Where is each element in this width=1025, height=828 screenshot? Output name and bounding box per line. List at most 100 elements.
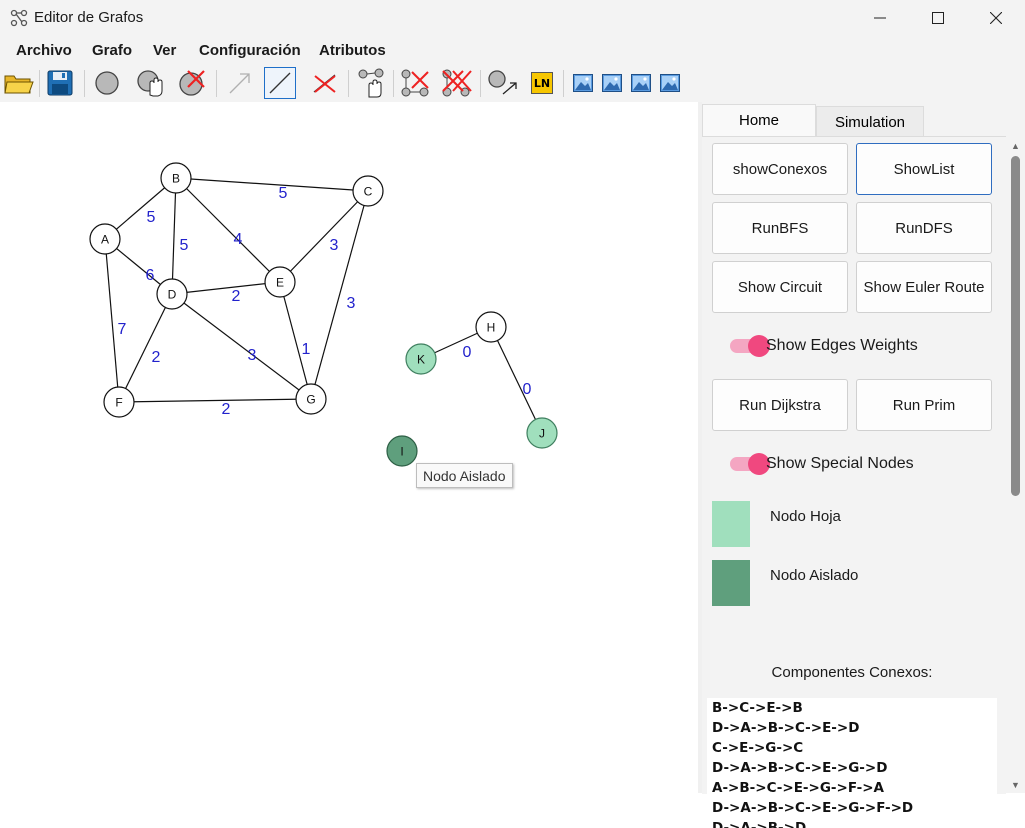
node-label: F: [115, 396, 122, 410]
menu-configuracion[interactable]: Configuración: [199, 42, 301, 59]
menu-grafo[interactable]: Grafo: [92, 42, 132, 59]
node-arrow-button[interactable]: [487, 67, 519, 99]
edge-weight-label: 2: [222, 401, 231, 418]
node-label: J: [539, 427, 545, 441]
delete-graph-button[interactable]: [399, 67, 431, 99]
show-euler-route-button[interactable]: Show Euler Route: [856, 261, 992, 313]
save-icon: [47, 70, 73, 96]
run-dijkstra-button[interactable]: Run Dijkstra: [712, 379, 848, 431]
components-title: Componentes Conexos:: [771, 664, 933, 681]
image-icon: [631, 74, 651, 92]
edge-d-g[interactable]: [171, 293, 312, 400]
node-label: I: [400, 445, 403, 459]
delete-edge-button[interactable]: [309, 67, 341, 99]
scrollbar-thumb[interactable]: [1011, 156, 1020, 496]
leaf-node-label: Nodo Hoja: [770, 508, 841, 525]
scroll-down-icon[interactable]: ▼: [1011, 780, 1020, 790]
node-label: H: [487, 321, 496, 335]
image-icon: [573, 74, 593, 92]
move-node-icon: [137, 70, 163, 97]
home-tab-content: showConexos ShowList RunBFS RunDFS Show …: [702, 136, 1006, 828]
component-line: B->C->E->B: [712, 700, 803, 716]
component-line: C->E->G->C: [712, 740, 804, 756]
edge-b-c[interactable]: [175, 177, 369, 192]
edge-weight-label: 3: [248, 347, 257, 364]
graph-canvas[interactable]: 5 5 5 4 6 7 3 3 2 2 3 1 2 0 0 A B C D E F G H K J I: [0, 102, 698, 793]
component-line: D->A->B->D: [712, 820, 807, 828]
ln-label-button[interactable]: LN: [526, 67, 558, 99]
scroll-up-icon[interactable]: ▲: [1011, 141, 1020, 151]
node-arrow-icon: [488, 70, 517, 95]
undirected-edge-button[interactable]: [264, 67, 296, 99]
edge-weight-label: 0: [523, 381, 532, 398]
image-button-4[interactable]: [654, 67, 686, 99]
menu-archivo[interactable]: Archivo: [16, 42, 72, 59]
move-graph-button[interactable]: [356, 67, 388, 99]
move-graph-icon: [358, 68, 384, 98]
components-list: B->C->E->B D->A->B->C->E->D C->E->G->C D->A…: [707, 698, 997, 828]
show-conexos-button[interactable]: showConexos: [712, 143, 848, 195]
run-prim-button[interactable]: Run Prim: [856, 379, 992, 431]
delete-node-button[interactable]: [177, 67, 209, 99]
edge-weight-label: 7: [118, 321, 127, 338]
menu-atributos[interactable]: Atributos: [319, 42, 386, 59]
panel-scrollbar[interactable]: ▲ ▼: [1006, 136, 1025, 793]
edge-c-g[interactable]: [310, 190, 369, 400]
minimize-button[interactable]: [851, 0, 909, 36]
edge-f-g[interactable]: [118, 398, 312, 403]
component-line: A->B->C->E->G->F->A: [712, 780, 884, 796]
delete-node-icon: [179, 70, 205, 96]
node-label: E: [276, 276, 284, 290]
isolated-node-label: Nodo Aislado: [770, 567, 859, 584]
delete-all-icon: [442, 69, 472, 97]
edge-d-e[interactable]: [171, 281, 281, 295]
component-line: D->A->B->C->E->G->D: [712, 760, 888, 776]
edge-d-f[interactable]: [118, 293, 173, 403]
edge-c-e[interactable]: [279, 190, 369, 283]
window-title: Editor de Grafos: [34, 9, 144, 26]
edge-b-d[interactable]: [171, 177, 177, 295]
image-button-3[interactable]: [625, 67, 657, 99]
close-button[interactable]: [967, 0, 1025, 36]
show-list-button[interactable]: ShowList: [856, 143, 992, 195]
open-file-button[interactable]: [3, 67, 35, 99]
special-nodes-toggle[interactable]: Show Special Nodes: [730, 452, 914, 476]
edge-weights-toggle[interactable]: Show Edges Weights: [730, 334, 918, 358]
component-line: D->A->B->C->E->G->F->D: [712, 800, 914, 816]
isolated-node-swatch: [712, 560, 750, 606]
add-node-button[interactable]: [91, 67, 123, 99]
node-label: G: [306, 393, 315, 407]
graph-drawing[interactable]: 5 5 5 4 6 7 3 3 2 2 3 1 2 0 0 A B C D E F G H K J I: [0, 102, 698, 793]
node-label: A: [101, 233, 109, 247]
directed-edge-button[interactable]: [224, 67, 256, 99]
tab-simulation[interactable]: Simulation: [816, 106, 924, 138]
save-file-button[interactable]: [44, 67, 76, 99]
tab-home[interactable]: Home: [702, 104, 816, 136]
close-icon: [990, 12, 1002, 24]
show-circuit-button[interactable]: Show Circuit: [712, 261, 848, 313]
edge-weights-toggle-label: Show Edges Weights: [766, 337, 918, 354]
delete-all-button[interactable]: [441, 67, 473, 99]
node-label: K: [417, 353, 425, 367]
run-dfs-button[interactable]: RunDFS: [856, 202, 992, 254]
maximize-button[interactable]: [909, 0, 967, 36]
ln-label-icon: LN: [531, 72, 553, 94]
edge-weight-label: 4: [234, 231, 243, 248]
move-node-button[interactable]: [135, 67, 167, 99]
menu-ver[interactable]: Ver: [153, 42, 176, 59]
image-button-2[interactable]: [596, 67, 628, 99]
image-button-1[interactable]: [567, 67, 599, 99]
edge-weight-label: 2: [152, 349, 161, 366]
directed-edge-icon: [229, 73, 250, 94]
run-bfs-button[interactable]: RunBFS: [712, 202, 848, 254]
edge-h-j[interactable]: [490, 326, 543, 434]
node-tooltip: Nodo Aislado: [416, 463, 513, 488]
toggle-track[interactable]: [730, 335, 770, 357]
edge-weight-label: 5: [180, 237, 189, 254]
edge-weight-label: 5: [147, 209, 156, 226]
menu-bar: Archivo Grafo Ver Configuración Atributo…: [0, 36, 1025, 65]
edge-weight-label: 0: [463, 344, 472, 361]
toggle-track[interactable]: [730, 453, 770, 475]
edge-b-e[interactable]: [175, 177, 281, 283]
edge-weight-label: 3: [330, 237, 339, 254]
